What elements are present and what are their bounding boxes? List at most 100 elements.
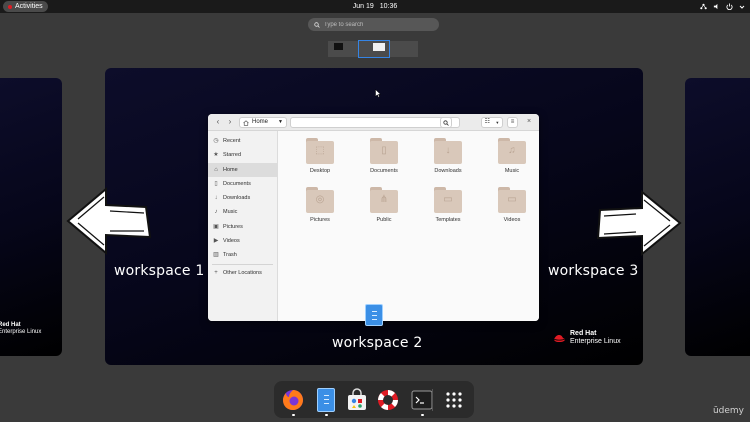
sidebar-item-label: Music <box>223 209 238 216</box>
home-icon: ⌂ <box>214 166 218 173</box>
search-icon <box>443 119 449 126</box>
search-input[interactable] <box>324 21 434 28</box>
volume-icon <box>713 3 718 10</box>
workspace-3-label: workspace 3 <box>548 263 639 279</box>
workspace-1-preview[interactable]: Red Hat Enterprise Linux <box>0 78 62 356</box>
folder-name: Pictures <box>310 217 330 223</box>
search-bar[interactable] <box>308 18 439 31</box>
clock[interactable]: Jun 19 10:36 <box>0 0 750 13</box>
sidebar-item-recent[interactable]: ◷ Recent <box>208 134 277 148</box>
path-bar-extension[interactable] <box>290 117 460 128</box>
redhat-hat-icon <box>553 334 566 342</box>
home-icon <box>243 119 249 126</box>
sidebar-item-label: Pictures <box>223 223 243 230</box>
arrow-right-icon <box>596 190 682 256</box>
menu-button[interactable]: ≡ <box>507 117 518 128</box>
folder-icon: ⬚ <box>306 138 334 164</box>
brand-line2: Enterprise Linux <box>570 338 621 345</box>
folder-music[interactable]: ♫ Music <box>488 138 536 174</box>
folder-name: Music <box>504 168 520 174</box>
sidebar-item-music[interactable]: ♪ Music <box>208 205 277 219</box>
sidebar-item-downloads[interactable]: ↓ Downloads <box>208 191 277 205</box>
arrow-left-icon <box>66 187 152 255</box>
sidebar-item-label: Downloads <box>223 195 251 202</box>
network-icon <box>700 3 707 10</box>
sidebar-item-label: Trash <box>223 252 237 259</box>
firefox-icon[interactable] <box>281 388 305 412</box>
folder-name: Templates <box>435 217 461 223</box>
workspace-thumbnail-2[interactable] <box>358 40 390 58</box>
files-grid: ⬚ Desktop ▯ Documents ↓ Downloads ♫ Musi… <box>279 131 539 321</box>
brand-line2-left: Enterprise Linux <box>0 329 42 335</box>
app-grid-icon[interactable] <box>442 388 466 412</box>
sidebar-item-videos[interactable]: ▶ Videos <box>208 234 277 248</box>
workspace-thumbnail-3[interactable] <box>390 41 418 57</box>
top-bar: Activities Jun 19 10:36 <box>0 0 750 13</box>
folder-name: Documents <box>370 168 398 174</box>
running-indicator <box>325 414 328 416</box>
chevron-down-icon: ▼ <box>495 120 500 125</box>
folder-desktop[interactable]: ⬚ Desktop <box>296 138 344 174</box>
plus-icon: + <box>214 269 218 276</box>
hamburger-menu-icon: ≡ <box>510 119 515 125</box>
running-indicator <box>421 414 424 416</box>
folder-name: Videos <box>503 217 521 223</box>
back-button[interactable]: ‹ <box>213 117 223 127</box>
sidebar-item-trash[interactable]: ▥ Trash <box>208 248 277 262</box>
terminal-icon[interactable] <box>410 388 434 412</box>
folder-templates[interactable]: ▭ Templates <box>424 187 472 223</box>
folder-icon: ♫ <box>498 138 526 164</box>
workspace-3-preview[interactable] <box>685 78 750 356</box>
sidebar-item-label: Other Locations <box>223 269 262 276</box>
folder-public[interactable]: ⋔ Public <box>360 187 408 223</box>
download-icon: ↓ <box>214 195 218 202</box>
folder-icon: ▯ <box>370 138 398 164</box>
redhat-logo-left: Red Hat Enterprise Linux <box>0 322 41 336</box>
video-icon: ▶ <box>213 238 219 245</box>
forward-button[interactable]: › <box>225 117 235 127</box>
folder-name: Desktop <box>309 168 331 174</box>
workspace-thumbnail-1[interactable] <box>328 41 358 57</box>
redhat-logo: Red Hat Enterprise Linux <box>553 330 621 346</box>
star-icon: ★ <box>213 152 219 159</box>
sidebar-item-documents[interactable]: ▯ Documents <box>208 177 277 191</box>
folder-icon: ◎ <box>306 187 334 213</box>
files-sidebar: ◷ Recent ★ Starred ⌂ Home ▯ Documents ↓ Downl… <box>208 131 278 321</box>
workspace-2-label: workspace 2 <box>332 335 423 351</box>
chevron-down-icon <box>739 5 745 9</box>
path-bar-home[interactable]: Home ▼ <box>239 117 287 128</box>
folder-name: Public <box>376 217 392 223</box>
view-options-button[interactable]: ☷ ▼ <box>481 117 503 128</box>
close-button[interactable]: × <box>524 117 534 127</box>
udemy-watermark: ūdemy <box>712 406 744 416</box>
brand-line1-left: Red Hat <box>0 322 21 328</box>
sidebar-item-label: Starred <box>223 152 242 159</box>
system-tray[interactable] <box>700 0 745 13</box>
power-icon <box>726 3 733 10</box>
clock-time: 10:36 <box>379 3 398 10</box>
sidebar-item-starred[interactable]: ★ Starred <box>208 148 277 162</box>
files-window[interactable]: ‹ › Home ▼ ☷ ▼ ≡ × ◷ Recent ★ Starred ⌂ Hom… <box>208 114 539 321</box>
folder-icon: ↓ <box>434 138 462 164</box>
sidebar-item-other-locations[interactable]: + Other Locations <box>208 266 277 280</box>
help-icon[interactable] <box>376 388 400 412</box>
folder-pictures[interactable]: ◎ Pictures <box>296 187 344 223</box>
sidebar-item-pictures[interactable]: ▣ Pictures <box>208 220 277 234</box>
sidebar-item-label: Documents <box>223 180 251 187</box>
sidebar-item-label: Recent <box>223 138 241 144</box>
dash <box>274 381 474 418</box>
brand-line1: Red Hat <box>570 330 597 337</box>
folder-downloads[interactable]: ↓ Downloads <box>424 138 472 174</box>
sidebar-item-label: Videos <box>223 238 240 245</box>
files-icon[interactable] <box>317 388 335 412</box>
folder-documents[interactable]: ▯ Documents <box>360 138 408 174</box>
mouse-cursor-icon <box>375 89 381 98</box>
running-indicator <box>292 414 295 416</box>
clock-icon: ◷ <box>213 138 219 144</box>
sidebar-item-home[interactable]: ⌂ Home <box>208 162 277 177</box>
search-button[interactable] <box>440 117 452 128</box>
files-app-window-icon <box>365 304 383 326</box>
software-store-icon[interactable] <box>345 388 369 412</box>
folder-videos[interactable]: ▭ Videos <box>488 187 536 223</box>
workspace-thumbnails <box>328 40 419 58</box>
